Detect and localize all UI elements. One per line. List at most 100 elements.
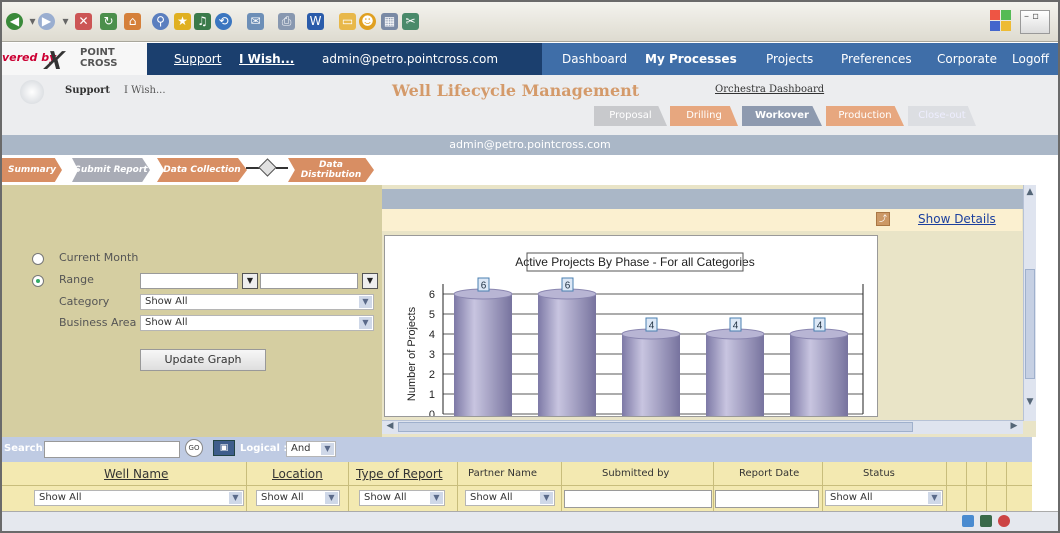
phase-tab-production[interactable]: Production (826, 106, 904, 126)
scroll-down-icon[interactable]: ▼ (1024, 397, 1036, 407)
y-tick-label: 2 (429, 369, 435, 381)
phase-tab-proposal[interactable]: Proposal (594, 106, 667, 126)
word-icon[interactable]: W (307, 13, 324, 30)
business-area-select[interactable]: Show All ▼ (140, 315, 374, 331)
col-location[interactable]: Location (272, 467, 323, 481)
tab-corporate[interactable]: Corporate (937, 52, 997, 66)
show-details-link[interactable]: Show Details (918, 212, 996, 226)
home-icon[interactable]: ⌂ (124, 13, 141, 30)
support-link[interactable]: Support (65, 85, 110, 96)
forward-icon[interactable]: ▶ (38, 13, 55, 30)
print-icon[interactable]: ⎙ (278, 13, 295, 30)
action-icon[interactable] (962, 515, 974, 527)
back-icon[interactable]: ◀ (6, 13, 23, 30)
col-submitted-by[interactable]: Submitted by (602, 468, 669, 479)
search-input[interactable] (44, 441, 180, 458)
action-icon[interactable] (998, 515, 1010, 527)
logo-mark: X (40, 45, 69, 75)
type-of-report-filter[interactable]: Show All ▼ (359, 490, 445, 506)
logical-select[interactable]: And ▼ (286, 441, 336, 457)
chart-toolbar: ⤴ Show Details (382, 209, 1022, 231)
col-status[interactable]: Status (863, 468, 895, 479)
report-date-filter[interactable] (715, 490, 819, 508)
business-area-label: Business Area (59, 316, 137, 329)
well-name-filter[interactable]: Show All ▼ (34, 490, 244, 506)
minimize-icon[interactable]: – ▫ (1020, 10, 1050, 34)
workflow-data-collection[interactable]: Data Collection (157, 158, 247, 182)
y-tick-label: 1 (429, 389, 435, 401)
workflow-bar: Summary Submit Report Data Collection Da… (2, 155, 1058, 185)
chart-panel: ⤴ Show Details Active Projects By Phase … (382, 185, 1036, 437)
filter-value: Show All (470, 492, 513, 503)
mail-icon[interactable]: ✉ (247, 13, 264, 30)
data-label: 6 (481, 281, 487, 292)
workflow-submit-report[interactable]: Submit Report (72, 158, 150, 182)
tab-my-processes[interactable]: My Processes (645, 52, 737, 66)
scroll-up-icon[interactable]: ▲ (1024, 187, 1036, 197)
vertical-scrollbar[interactable]: ▲ ▼ (1023, 185, 1036, 421)
range-start-input[interactable] (140, 273, 238, 289)
tab-dashboard[interactable]: Dashboard (562, 52, 627, 66)
y-tick-label: 0 (429, 409, 435, 417)
phase-tab-drilling[interactable]: Drilling (670, 106, 738, 126)
research-icon[interactable]: ▦ (381, 13, 398, 30)
update-graph-button[interactable]: Update Graph (140, 349, 266, 371)
range-start-dropdown[interactable]: ▼ (242, 273, 258, 289)
folder-icon[interactable]: ▭ (339, 13, 356, 30)
iwish-link[interactable]: I Wish... (239, 52, 294, 66)
messenger-icon[interactable]: ☻ (359, 13, 376, 30)
advanced-search-icon[interactable]: ▣ (213, 440, 235, 456)
stop-icon[interactable]: ✕ (75, 13, 92, 30)
chevron-down-icon: ▼ (928, 492, 941, 504)
y-tick-label: 5 (429, 309, 435, 321)
col-report-date[interactable]: Report Date (739, 468, 799, 479)
column-divider (946, 462, 947, 511)
phase-tab-close-out[interactable]: Close-out (908, 106, 976, 126)
utility-links: Support I Wish... admin@petro.pointcross… (147, 43, 542, 75)
col-well-name[interactable]: Well Name (104, 467, 168, 481)
horizontal-scrollbar[interactable]: ◀ ▶ (382, 420, 1023, 434)
phase-tab-workover[interactable]: Workover (742, 106, 822, 126)
tab-projects[interactable]: Projects (766, 52, 813, 66)
refresh-icon[interactable]: ↻ (100, 13, 117, 30)
column-divider (246, 462, 247, 511)
top-navigation: vered by X POINT CROSS Support I Wish...… (2, 43, 1058, 75)
tab-preferences[interactable]: Preferences (841, 52, 912, 66)
filter-value: Show All (830, 492, 873, 503)
action-icon[interactable] (980, 515, 992, 527)
iwish-link[interactable]: I Wish... (124, 85, 166, 96)
table-row[interactable] (2, 511, 1058, 531)
workflow-summary[interactable]: Summary (2, 158, 62, 182)
orchestra-dashboard-link[interactable]: Orchestra Dashboard (715, 84, 824, 95)
media-icon[interactable]: ♫ (194, 13, 211, 30)
tab-logoff[interactable]: Logoff (1012, 52, 1049, 66)
tool-icon[interactable]: ✂ (402, 13, 419, 30)
y-tick-label: 6 (429, 289, 435, 301)
search-icon[interactable]: ⚲ (152, 13, 169, 30)
favorites-icon[interactable]: ★ (174, 13, 191, 30)
submitted-by-filter[interactable] (564, 490, 712, 508)
history-icon[interactable]: ⟲ (215, 13, 232, 30)
location-filter[interactable]: Show All ▼ (256, 490, 340, 506)
col-type-of-report[interactable]: Type of Report (356, 467, 443, 481)
scroll-thumb[interactable] (398, 422, 913, 432)
go-button[interactable]: GO (185, 439, 203, 457)
range-radio[interactable] (32, 275, 44, 287)
category-value: Show All (145, 296, 188, 307)
workflow-data-distribution[interactable]: Data Distribution (288, 158, 374, 182)
range-end-dropdown[interactable]: ▼ (362, 273, 378, 289)
category-select[interactable]: Show All ▼ (140, 294, 374, 310)
support-link[interactable]: Support (174, 52, 221, 66)
decision-diamond-icon (258, 158, 277, 177)
current-month-radio[interactable] (32, 253, 44, 265)
range-end-input[interactable] (260, 273, 358, 289)
dropdown-icon[interactable]: ▾ (57, 13, 74, 30)
partner-name-filter[interactable]: Show All ▼ (465, 490, 555, 506)
col-partner-name[interactable]: Partner Name (468, 468, 537, 479)
y-tick-label: 3 (429, 349, 435, 361)
scroll-left-icon[interactable]: ◀ (384, 421, 396, 431)
scroll-right-icon[interactable]: ▶ (1008, 421, 1020, 431)
export-icon[interactable]: ⤴ (876, 212, 890, 226)
scroll-thumb[interactable] (1025, 269, 1035, 379)
status-filter[interactable]: Show All ▼ (825, 490, 943, 506)
